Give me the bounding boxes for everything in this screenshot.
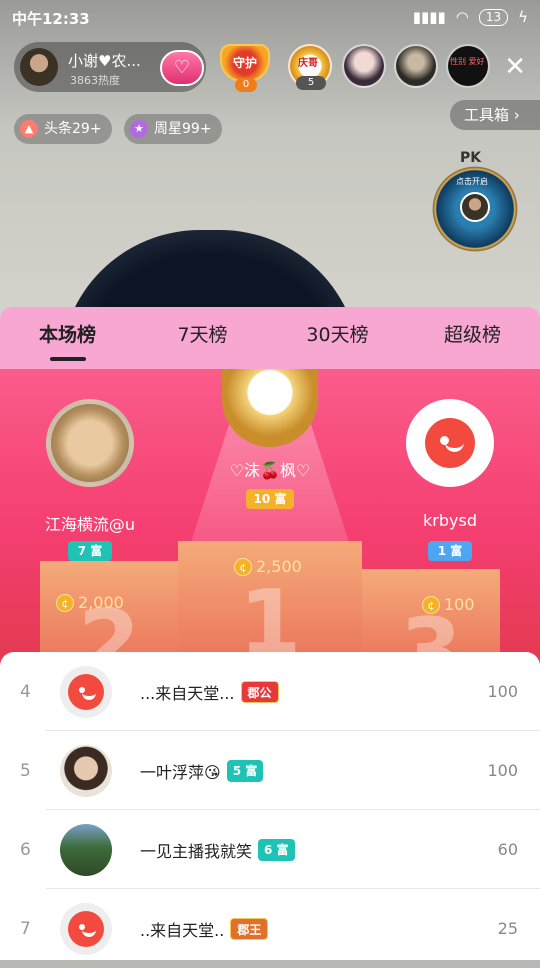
third-place-score: ¢ 100 <box>422 595 475 614</box>
third-place-name: krbysd <box>423 511 477 530</box>
tab-this-session[interactable]: 本场榜 <box>0 307 135 369</box>
first-place-score: ¢ 2,500 <box>234 557 302 576</box>
guard-count: 0 <box>235 78 257 92</box>
robot-face-icon <box>68 911 104 947</box>
battery-icon: 13 <box>478 8 509 26</box>
follow-button[interactable]: ♡ <box>160 50 204 86</box>
list-name-group: ...来自天堂... 郡公 <box>140 680 279 704</box>
pk-button[interactable]: PK 点击开启 <box>430 150 522 254</box>
second-place-name: 江海横流@u <box>44 515 136 534</box>
rank-tabs: 本场榜 7天榜 30天榜 超级榜 <box>0 307 540 369</box>
list-item[interactable]: 5 一叶浮萍😘 5 富 100 <box>0 731 540 810</box>
status-bar: 中午12:33 ▮▮▮▮ ◠ 13 ϟ <box>0 0 540 36</box>
status-time: 中午12:33 <box>12 10 90 28</box>
viewer-avatar-text: 性别 爱好 <box>450 57 485 66</box>
toolbox-button[interactable]: 工具箱 › <box>450 100 540 130</box>
second-place-badge: 7 富 <box>68 541 112 561</box>
streamer-name: 小谢♥农... <box>68 52 141 70</box>
chevron-right-icon: › <box>513 106 520 124</box>
guard-button[interactable]: 守护 0 <box>220 44 270 92</box>
wealth-tag: 6 富 <box>258 839 295 861</box>
list-rank: 7 <box>20 919 31 939</box>
headline-chip[interactable]: ▲ 头条29+ <box>14 114 112 144</box>
close-icon[interactable]: ✕ <box>504 54 526 80</box>
list-rank: 5 <box>20 761 31 781</box>
second-place-score: ¢ 2,000 <box>56 593 124 612</box>
guard-shield-icon: 守护 <box>220 44 270 82</box>
headline-chip-label: 头条29+ <box>44 121 102 137</box>
viewer-avatar-1[interactable]: 庆哥 5 <box>288 44 332 90</box>
list-avatar <box>60 745 112 797</box>
list-name: ...来自天堂... <box>140 684 235 703</box>
list-score: 100 <box>487 682 518 701</box>
viewer-avatar-2[interactable] <box>342 44 386 88</box>
list-item[interactable]: 4 ...来自天堂... 郡公 100 <box>0 652 540 731</box>
viewer-avatar-4[interactable]: 性别 爱好 <box>446 44 490 88</box>
heart-hands-icon: ♡ <box>173 57 191 78</box>
list-name: 一叶浮萍😘 <box>140 763 221 782</box>
streamer-avatar <box>20 48 58 86</box>
first-place-score-value: 2,500 <box>256 557 302 576</box>
noble-tag: 郡公 <box>240 681 279 703</box>
status-icons: ▮▮▮▮ ◠ 13 ϟ <box>413 8 528 26</box>
list-score: 100 <box>487 761 518 780</box>
flame-icon: ▲ <box>20 120 38 138</box>
tab-super[interactable]: 超级榜 <box>405 307 540 369</box>
charging-icon: ϟ <box>518 8 528 26</box>
list-avatar <box>60 666 112 718</box>
first-place-name: ♡沫🍒枫♡ <box>229 461 311 480</box>
second-place-avatar[interactable] <box>46 399 134 487</box>
wealth-tag: 5 富 <box>226 760 264 782</box>
rank-list: 4 ...来自天堂... 郡公 100 5 一叶浮萍😘 5 富 100 6 一见… <box>0 652 540 960</box>
coin-icon: ¢ <box>234 557 252 576</box>
robot-face-icon <box>68 674 104 710</box>
list-name-group: 一叶浮萍😘 5 富 <box>140 759 264 783</box>
viewer-avatar-3[interactable] <box>394 44 438 88</box>
weekly-star-chip-label: 周星99+ <box>154 121 212 137</box>
third-place-score-value: 100 <box>444 595 475 614</box>
wifi-icon: ◠ <box>455 8 469 26</box>
pk-avatar <box>460 192 490 222</box>
list-rank: 4 <box>20 682 31 702</box>
signal-icon: ▮▮▮▮ <box>412 8 446 26</box>
top-three-podium: 1 2 3 ♡沫🍒枫♡ 10 富 ¢ 2,500 江海横流@u 7 富 ¢ 2,00… <box>0 369 540 669</box>
third-place-badge: 1 富 <box>428 541 472 561</box>
list-avatar <box>60 824 112 876</box>
pk-sublabel: 点击开启 <box>456 177 488 186</box>
weekly-star-chip[interactable]: ★ 周星99+ <box>124 114 222 144</box>
list-item[interactable]: 7 ..来自天堂.. 郡王 25 <box>0 889 540 968</box>
list-name: ..来自天堂.. <box>140 921 225 940</box>
viewer-banner: 庆哥 <box>298 58 318 69</box>
tab-30-days[interactable]: 30天榜 <box>270 307 405 369</box>
list-name: 一见主播我就笑 <box>140 842 253 861</box>
list-avatar <box>60 903 112 955</box>
robot-face-icon <box>425 418 475 468</box>
list-score: 25 <box>497 919 518 938</box>
coin-icon: ¢ <box>422 595 440 614</box>
viewer-level-badge: 5 <box>296 76 326 90</box>
tab-7-days[interactable]: 7天榜 <box>135 307 270 369</box>
toolbox-label: 工具箱 <box>464 106 510 124</box>
first-place-badge: 10 富 <box>246 489 294 509</box>
star-icon: ★ <box>130 120 148 138</box>
list-name-group: ..来自天堂.. 郡王 <box>140 917 269 941</box>
list-rank: 6 <box>20 840 31 860</box>
second-place-score-value: 2,000 <box>78 593 124 612</box>
list-score: 60 <box>497 840 518 859</box>
streamer-heat: 3863热度 <box>70 74 120 87</box>
third-place-avatar[interactable] <box>406 399 494 487</box>
coin-icon: ¢ <box>56 593 74 612</box>
pk-label: PK <box>460 150 482 166</box>
noble-tag: 郡王 <box>230 918 269 940</box>
list-item[interactable]: 6 一见主播我就笑 6 富 60 <box>0 810 540 889</box>
list-name-group: 一见主播我就笑 6 富 <box>140 838 295 862</box>
